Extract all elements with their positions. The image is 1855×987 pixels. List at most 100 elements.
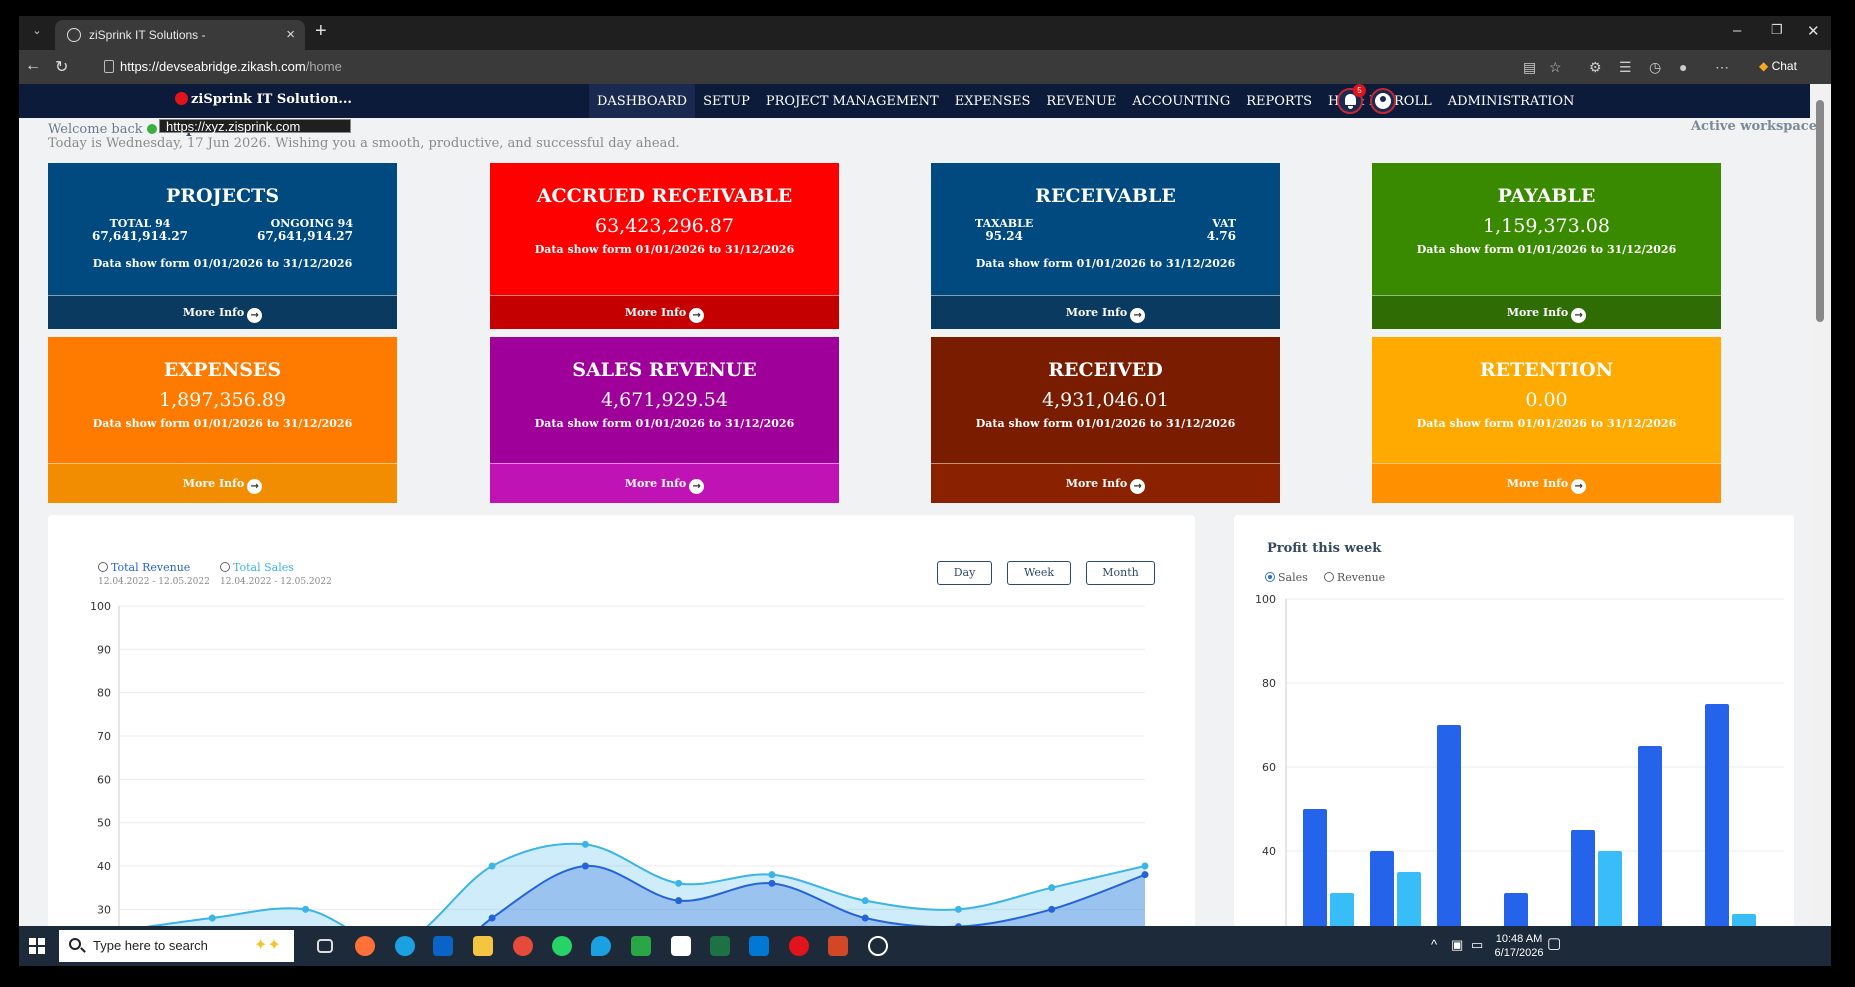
y-tick-label: 50 xyxy=(97,817,111,830)
menu-reports[interactable]: REPORTS xyxy=(1238,84,1320,118)
y-tick-label: 100 xyxy=(90,600,111,613)
data-point xyxy=(488,914,496,922)
card-title: RECEIVABLE xyxy=(1035,185,1176,207)
data-point xyxy=(208,914,216,922)
card-range: Data show form 01/01/2026 to 31/12/2026 xyxy=(1416,417,1677,430)
more-info-link[interactable]: More Info → xyxy=(1372,463,1721,503)
browser-tab[interactable]: ziSprink IT Solutions - × xyxy=(55,20,305,50)
profit-chart-panel: Profit this week Sales Revenue 100 80 60 40… xyxy=(1234,515,1794,942)
menu-dashboard[interactable]: DASHBOARD xyxy=(589,84,696,118)
projects-card: PROJECTS TOTAL 94 67,641,914.27 ONGOING 9… xyxy=(48,163,397,329)
data-point xyxy=(581,840,589,848)
greeting-text: Today is Wednesday, 17 Jun 2026. Wishing… xyxy=(48,136,680,151)
more-info-link[interactable]: More Info → xyxy=(490,295,839,329)
user-menu-button[interactable] xyxy=(1370,88,1396,114)
card-range: Data show form 01/01/2026 to 31/12/2026 xyxy=(92,257,353,270)
card-title: RECEIVED xyxy=(1048,359,1163,381)
site-info-icon[interactable] xyxy=(104,60,114,73)
data-point xyxy=(954,905,962,913)
scrollbar-thumb[interactable] xyxy=(1816,100,1824,322)
media-player-icon[interactable] xyxy=(868,936,888,956)
restore-icon[interactable]: ❐ xyxy=(1771,22,1783,38)
back-icon[interactable]: ← xyxy=(25,57,41,75)
arrow-right-icon: → xyxy=(689,308,705,323)
close-window-icon[interactable]: ✕ xyxy=(1807,22,1820,40)
card-value: 4,671,929.54 xyxy=(601,389,728,411)
file-explorer-icon[interactable] xyxy=(473,936,493,956)
edge-dev-icon[interactable] xyxy=(591,936,611,956)
data-point xyxy=(768,871,776,879)
tab-title: ziSprink IT Solutions - xyxy=(89,28,206,42)
close-tab-icon[interactable]: × xyxy=(286,26,295,43)
brand[interactable]: ziSprink IT Solution... xyxy=(175,92,352,107)
y-tick-label: 90 xyxy=(97,643,111,656)
menu-setup[interactable]: SETUP xyxy=(695,84,758,118)
notifications-button[interactable]: 5 xyxy=(1337,84,1366,114)
taskbar-search-input[interactable]: Type here to search ✦✦ xyxy=(59,930,294,962)
more-info-link[interactable]: More Info → xyxy=(931,463,1280,503)
vscode-insiders-icon[interactable] xyxy=(631,936,651,956)
more-info-label: More Info xyxy=(1506,306,1569,319)
history-icon[interactable]: ◷ xyxy=(1649,59,1661,76)
vat-value: 4.76 xyxy=(1206,229,1236,243)
reader-icon[interactable]: ▤ xyxy=(1523,59,1536,76)
card-value: 1,897,356.89 xyxy=(159,389,286,411)
online-status-icon xyxy=(146,124,157,134)
url-input[interactable]: https://devseabridge.zikash.com/home xyxy=(94,54,1514,80)
more-info-link[interactable]: More Info → xyxy=(931,295,1280,329)
favorite-icon[interactable]: ☆ xyxy=(1549,59,1562,76)
menu-administration[interactable]: ADMINISTRATION xyxy=(1440,84,1583,118)
y-tick-label: 80 xyxy=(1262,677,1276,690)
card-title: SALES REVENUE xyxy=(572,359,757,381)
app-icon[interactable] xyxy=(671,936,691,956)
favorites-icon[interactable]: ☰ xyxy=(1619,59,1632,76)
volume-icon[interactable]: ▭ xyxy=(1471,938,1483,952)
copilot-chat-button[interactable]: ◆ Chat xyxy=(1759,59,1797,73)
more-info-link[interactable]: More Info → xyxy=(48,463,397,503)
windows-start-icon[interactable] xyxy=(29,938,45,954)
tab-actions-icon[interactable]: ⌄ xyxy=(27,24,47,42)
firefox-icon[interactable] xyxy=(355,936,375,956)
excel-icon[interactable] xyxy=(710,936,730,956)
card-value: 63,423,296.87 xyxy=(594,215,734,237)
chrome-icon[interactable] xyxy=(513,936,533,956)
data-point xyxy=(1141,862,1149,870)
more-info-link[interactable]: More Info → xyxy=(1372,295,1721,329)
tray-chevron-icon[interactable]: ^ xyxy=(1431,938,1437,952)
network-icon[interactable]: ▣ xyxy=(1451,938,1463,952)
url-tooltip: https://xyz.zisprink.com xyxy=(159,119,351,134)
menu-revenue[interactable]: REVENUE xyxy=(1038,84,1124,118)
new-tab-icon[interactable]: + xyxy=(315,20,327,43)
opera-icon[interactable] xyxy=(789,936,809,956)
edge-icon[interactable] xyxy=(395,936,415,956)
vscode-icon[interactable] xyxy=(749,936,769,956)
notifications-icon[interactable]: ▢ xyxy=(1547,936,1561,951)
whatsapp-icon[interactable] xyxy=(552,936,572,956)
more-icon[interactable]: ⋯ xyxy=(1715,59,1729,76)
taxable-value: 95.24 xyxy=(985,229,1023,243)
menu-expenses[interactable]: EXPENSES xyxy=(947,84,1039,118)
task-view-icon[interactable] xyxy=(317,939,333,953)
minimize-icon[interactable]: – xyxy=(1733,22,1741,39)
app-navbar: ziSprink IT Solution... DASHBOARD SETUP … xyxy=(19,84,1810,118)
outlook-icon[interactable] xyxy=(433,936,453,956)
menu-project-management[interactable]: PROJECT MANAGEMENT xyxy=(758,84,947,118)
page-scrollbar[interactable] xyxy=(1810,84,1831,942)
profile-icon[interactable]: ● xyxy=(1679,59,1687,75)
card-range: Data show form 01/01/2026 to 31/12/2026 xyxy=(92,417,353,430)
powerpoint-icon[interactable] xyxy=(828,936,848,956)
more-info-label: More Info xyxy=(624,306,687,319)
refresh-icon[interactable]: ↻ xyxy=(55,57,68,77)
globe-icon xyxy=(67,28,81,42)
more-info-link[interactable]: More Info → xyxy=(48,295,397,329)
menu-accounting[interactable]: ACCOUNTING xyxy=(1124,84,1238,118)
extensions-icon[interactable]: ⚙ xyxy=(1589,59,1602,76)
card-range: Data show form 01/01/2026 to 31/12/2026 xyxy=(1416,243,1677,256)
more-info-label: More Info xyxy=(1506,477,1569,490)
retention-card: RETENTION 0.00 Data show form 01/01/2026… xyxy=(1372,337,1721,503)
main-menu: DASHBOARD SETUP PROJECT MANAGEMENT EXPEN… xyxy=(589,84,1582,118)
more-info-link[interactable]: More Info → xyxy=(490,463,839,503)
arrow-right-icon: → xyxy=(1571,308,1587,323)
clock[interactable]: 10:48 AM 6/17/2026 xyxy=(1489,932,1549,960)
revenue-area-chart: 100908070605040302010 xyxy=(90,600,1149,942)
